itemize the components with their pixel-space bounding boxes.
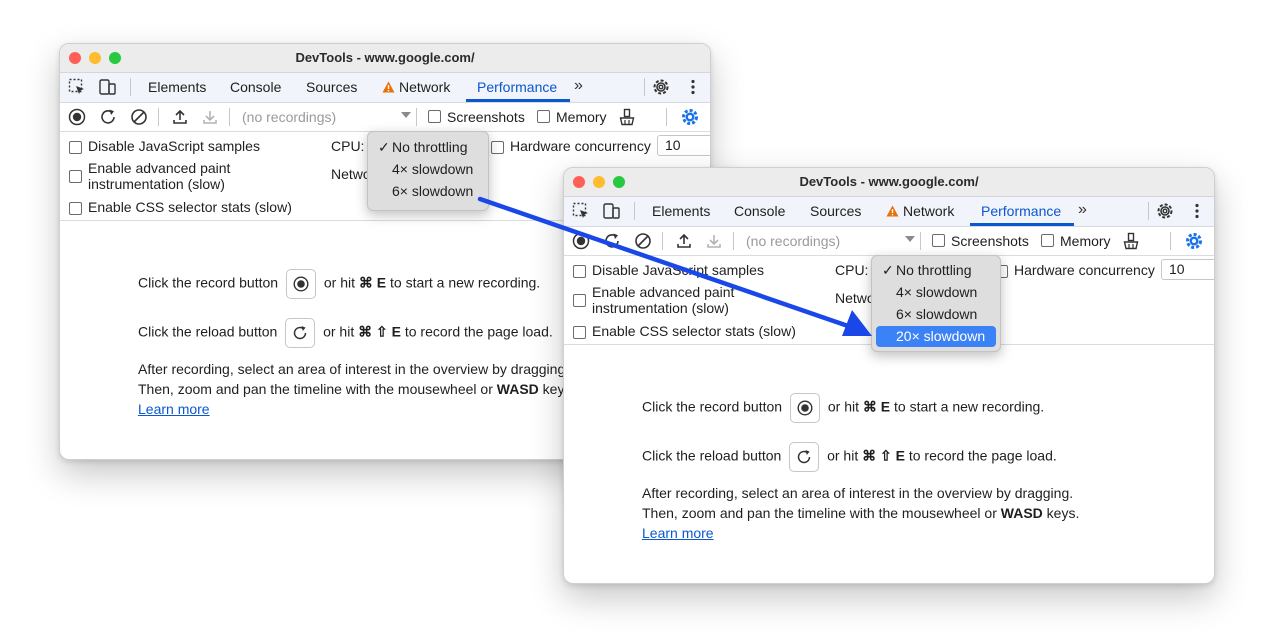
annotation-arrow	[477, 196, 872, 336]
